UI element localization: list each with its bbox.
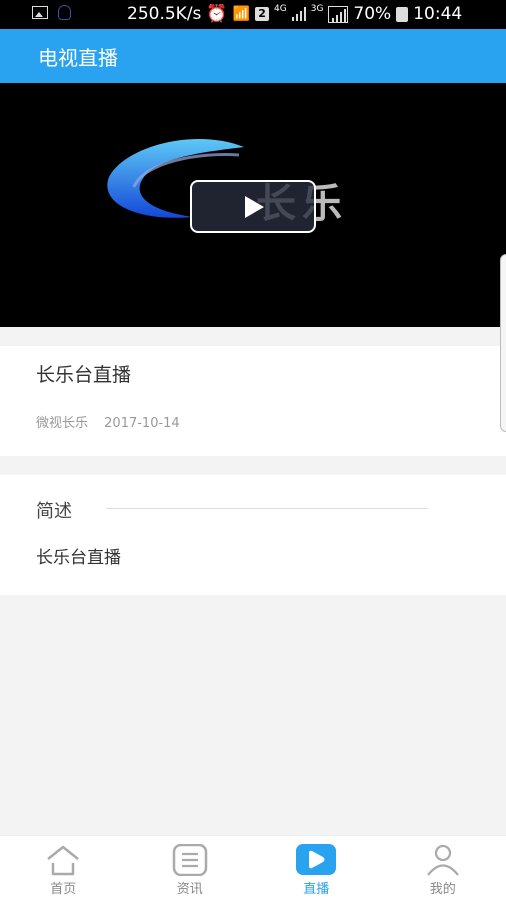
play-button[interactable] xyxy=(190,180,316,233)
summary-card: 简述 长乐台直播 xyxy=(0,475,506,595)
alarm-icon: ⏰ xyxy=(206,4,228,24)
nav-label: 资讯 xyxy=(176,882,203,897)
bottom-nav: 首页 资讯 直播 我的 xyxy=(0,835,506,900)
live-icon xyxy=(296,844,337,875)
wifi-icon: 📶 xyxy=(232,6,251,22)
nav-label: 我的 xyxy=(429,882,456,897)
nav-item-home[interactable]: 首页 xyxy=(0,836,127,900)
nav-label: 首页 xyxy=(50,882,77,897)
app-bar: 电视直播 xyxy=(0,29,506,83)
program-meta: 微视长乐 2017-10-14 xyxy=(36,412,192,431)
signal-icon xyxy=(328,5,349,23)
nav-item-news[interactable]: 资讯 xyxy=(127,836,254,900)
nav-label: 直播 xyxy=(303,882,330,897)
nav-item-live[interactable]: 直播 xyxy=(253,836,380,900)
net1-label: 4G xyxy=(274,4,287,14)
clock: 10:44 xyxy=(413,4,463,24)
gallery-icon xyxy=(32,6,48,19)
sim-badge: 2 xyxy=(255,7,270,21)
net-speed: 250.5K/s xyxy=(127,4,202,24)
divider xyxy=(106,508,428,509)
signal-icon xyxy=(291,7,306,21)
play-icon xyxy=(245,196,264,218)
summary-text: 长乐台直播 xyxy=(36,548,121,568)
news-icon xyxy=(172,844,207,876)
program-date: 2017-10-14 xyxy=(104,416,180,431)
program-source: 微视长乐 xyxy=(36,416,89,431)
qq-icon xyxy=(58,5,71,20)
page-title: 电视直播 xyxy=(38,46,118,70)
summary-label: 简述 xyxy=(36,501,72,522)
profile-icon xyxy=(426,844,459,876)
edge-panel-handle[interactable] xyxy=(500,254,506,432)
home-icon xyxy=(47,845,80,876)
program-title: 长乐台直播 xyxy=(36,364,132,386)
battery-level: 70% xyxy=(353,4,392,24)
program-info-card: 长乐台直播 微视长乐 2017-10-14 xyxy=(0,346,506,456)
net2-label: 3G xyxy=(310,4,324,14)
battery-charging-icon xyxy=(396,6,409,22)
video-player[interactable]: 长乐 xyxy=(0,83,506,327)
nav-item-profile[interactable]: 我的 xyxy=(380,836,506,900)
status-bar: 250.5K/s ⏰ 📶 2 4G 3G 70% 10:44 xyxy=(0,0,506,29)
